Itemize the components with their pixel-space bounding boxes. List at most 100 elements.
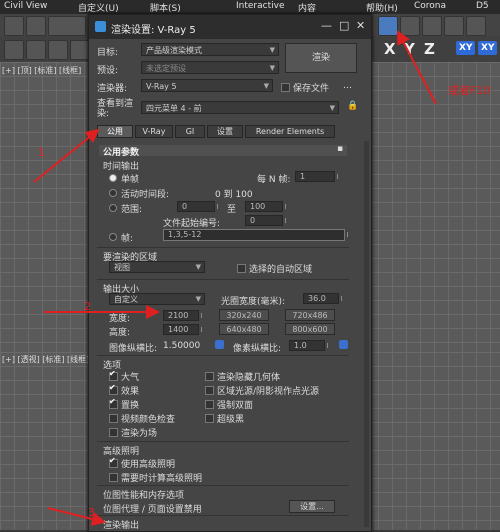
render-hidden-checkbox[interactable] <box>205 372 214 381</box>
axis-z-button[interactable]: Z <box>424 40 435 58</box>
dialog-titlebar[interactable]: 渲染设置: V-Ray 5 — □ ✕ <box>89 15 371 39</box>
save-file-options-icon[interactable]: … <box>343 81 352 91</box>
axis-xy-button[interactable]: XY <box>456 41 476 55</box>
annotation-step-3: 3 <box>88 506 95 519</box>
frames-radio[interactable] <box>109 233 117 241</box>
area-lights-checkbox[interactable] <box>205 386 214 395</box>
target-dropdown[interactable]: 产品级渲染模式 ▼ <box>141 43 279 56</box>
render-cloud-icon[interactable] <box>466 16 486 36</box>
link-icon[interactable] <box>4 40 24 60</box>
displacement-label: 置换 <box>121 401 140 411</box>
view-to-render-dropdown[interactable]: 四元菜单 4 - 前 ▼ <box>141 101 339 114</box>
tab-common[interactable]: 公用 <box>97 125 133 138</box>
force-2side-label: 强制双面 <box>217 401 254 411</box>
select-icon[interactable] <box>70 40 90 60</box>
auto-region-label: 选择的自动区域 <box>249 265 313 275</box>
tab-vray[interactable]: V-Ray <box>135 125 173 138</box>
dialog-scrollbar[interactable] <box>364 141 369 527</box>
every-n-field[interactable]: 1 <box>295 171 338 182</box>
divider <box>97 247 349 248</box>
axis-y-button[interactable]: Y <box>404 40 415 58</box>
undo-icon[interactable] <box>4 16 24 36</box>
file-start-field[interactable]: 0 <box>245 215 286 226</box>
aperture-label: 光圈宽度(毫米): <box>221 297 286 307</box>
render-button[interactable]: 渲染 <box>285 43 357 73</box>
dialog-title: 渲染设置: V-Ray 5 <box>111 25 196 36</box>
effects-label: 效果 <box>121 387 140 397</box>
active-segment-radio[interactable] <box>109 189 117 197</box>
tab-gi[interactable]: GI <box>175 125 205 138</box>
single-frame-radio[interactable] <box>109 174 117 182</box>
range-radio[interactable] <box>109 204 117 212</box>
pixel-aspect-field[interactable]: 1.0 <box>289 340 328 351</box>
render-fields-label: 渲染为场 <box>121 429 158 439</box>
menu-item-d5[interactable]: D5 <box>476 1 489 11</box>
view-to-render-label: 查看到渲染: <box>97 99 134 119</box>
menu-item-corona[interactable]: Corona <box>414 1 446 11</box>
frames-input[interactable]: 1,3,5-12 <box>163 229 348 241</box>
unlink-icon[interactable] <box>26 40 46 60</box>
area-to-render-dropdown[interactable]: 视图 ▼ <box>109 261 205 273</box>
range-from-field[interactable]: 0 <box>177 201 218 212</box>
auto-region-checkbox[interactable] <box>237 264 246 273</box>
output-size-dropdown[interactable]: 自定义 ▼ <box>109 293 205 305</box>
menu-item-interactive[interactable]: Interactive <box>236 1 284 11</box>
displacement-checkbox[interactable] <box>109 397 118 409</box>
maximize-icon[interactable]: □ <box>339 19 349 32</box>
menu-item-civil-view[interactable]: Civil View <box>4 1 47 11</box>
compute-adv-lighting-label: 需要时计算高级照明 <box>121 474 203 484</box>
selection-filter-icon[interactable] <box>48 16 86 36</box>
menu-item-script[interactable]: 脚本(S) <box>150 1 181 14</box>
every-n-label: 每 N 帧: <box>257 175 291 185</box>
renderer-dropdown[interactable]: V-Ray 5 ▼ <box>141 79 273 92</box>
render-production-icon[interactable] <box>422 16 442 36</box>
viewport-perspective-label[interactable]: [+] [透视] [标准] [线框] <box>2 354 89 365</box>
minimize-icon[interactable]: — <box>321 19 332 32</box>
render-fields-checkbox[interactable] <box>109 428 118 437</box>
renderer-label: 渲染器: <box>97 84 128 94</box>
atmosphere-checkbox[interactable] <box>109 369 118 381</box>
viewport-top-label[interactable]: [+] [顶] [标准] [线框] <box>2 65 81 76</box>
render-iterative-icon[interactable] <box>444 16 464 36</box>
menu-item-help[interactable]: 帮助(H) <box>366 1 398 14</box>
axis-x-button[interactable]: X <box>384 40 396 58</box>
lock-icon[interactable]: 🔒 <box>347 101 358 111</box>
tab-render-elements[interactable]: Render Elements <box>245 125 335 138</box>
lock-aspect-icon[interactable] <box>215 340 224 349</box>
menu-item-customize[interactable]: 自定义(U) <box>78 1 119 14</box>
render-frame-icon[interactable] <box>400 16 420 36</box>
close-icon[interactable]: ✕ <box>356 19 365 32</box>
use-adv-lighting-checkbox[interactable] <box>109 456 118 468</box>
render-setup-icon[interactable] <box>378 16 398 36</box>
aperture-field[interactable]: 36.0 <box>303 293 342 304</box>
divider <box>97 279 349 280</box>
compute-adv-lighting-checkbox[interactable] <box>109 473 118 482</box>
preset-dropdown[interactable]: 未选定预设 ▼ <box>141 61 279 74</box>
bitmap-settings-button[interactable]: 设置... <box>289 500 335 513</box>
range-to-field[interactable]: 100 <box>245 201 286 212</box>
divider <box>97 355 349 356</box>
width-field[interactable]: 2100 <box>163 310 202 321</box>
redo-icon[interactable] <box>26 16 46 36</box>
preset-800x600-button[interactable]: 800x600 <box>285 323 335 335</box>
use-adv-lighting-label: 使用高级照明 <box>121 460 176 470</box>
force-2side-checkbox[interactable] <box>205 400 214 409</box>
axis-xy-button-2[interactable]: XY <box>478 41 498 55</box>
menu-item-content[interactable]: 内容 <box>298 1 316 14</box>
preset-640x480-button[interactable]: 640x480 <box>219 323 269 335</box>
tab-settings[interactable]: 设置 <box>207 125 243 138</box>
preset-320x240-button[interactable]: 320x240 <box>219 309 269 321</box>
bind-icon[interactable] <box>48 40 68 60</box>
height-field[interactable]: 1400 <box>163 324 202 335</box>
super-black-checkbox[interactable] <box>205 414 214 423</box>
effects-checkbox[interactable] <box>109 383 118 395</box>
rollout-pin-icon[interactable]: ▪ <box>337 144 343 154</box>
render-setup-title-icon <box>95 21 106 32</box>
preset-720x486-button[interactable]: 720x486 <box>285 309 335 321</box>
target-label: 目标: <box>97 48 119 58</box>
video-color-checkbox[interactable] <box>109 414 118 423</box>
save-file-checkbox[interactable] <box>281 83 290 92</box>
divider <box>97 485 349 486</box>
lock-pixel-aspect-icon[interactable] <box>339 340 348 349</box>
single-frame-label: 单帧 <box>121 175 140 185</box>
